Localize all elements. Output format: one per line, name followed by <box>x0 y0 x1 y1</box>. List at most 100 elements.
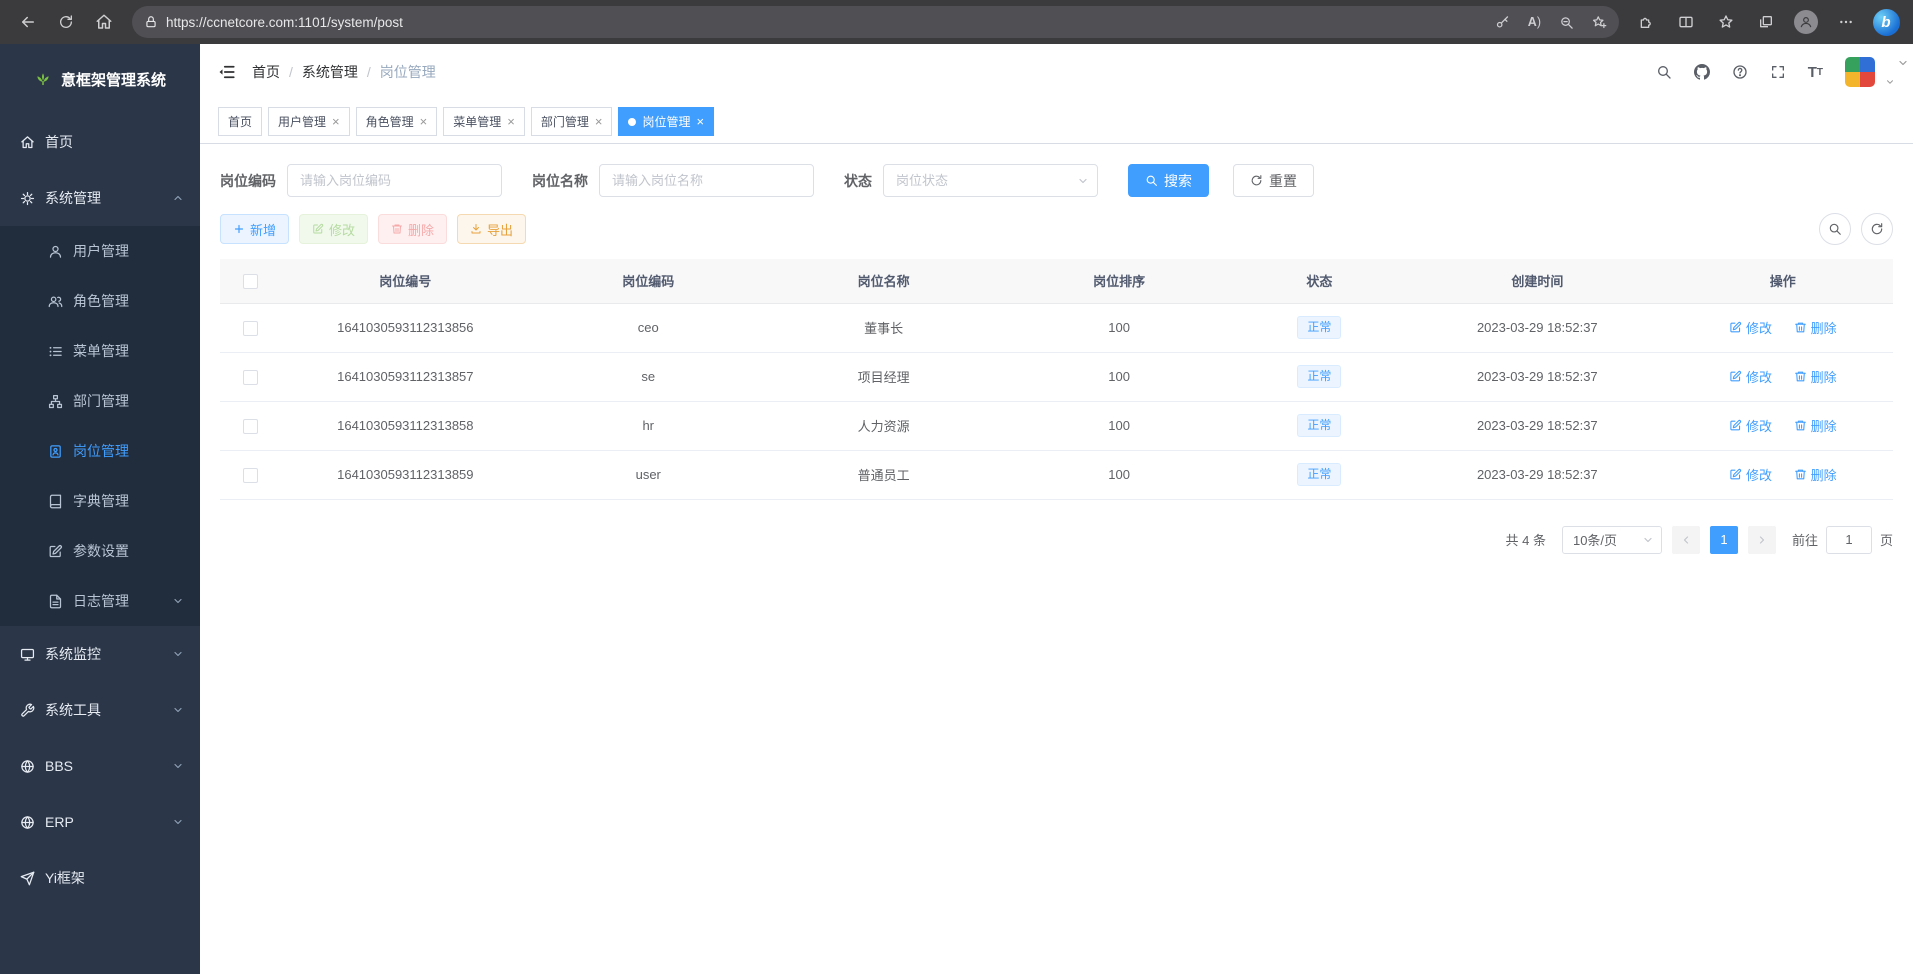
document-icon <box>48 594 63 609</box>
cell-post-name: 人力资源 <box>766 401 1001 450</box>
breadcrumb-home[interactable]: 首页 <box>252 62 302 82</box>
sidebar-item-role-management[interactable]: 角色管理 <box>0 276 200 326</box>
sidebar-item-system-management[interactable]: 系统管理 <box>0 170 200 226</box>
address-bar[interactable]: https://ccnetcore.com:1101/system/post A… <box>132 6 1619 38</box>
search-button[interactable]: 搜索 <box>1128 164 1209 197</box>
fullscreen-button[interactable] <box>1770 64 1786 80</box>
url-text: https://ccnetcore.com:1101/system/post <box>166 15 1477 30</box>
sidebar-item-home[interactable]: 首页 <box>0 114 200 170</box>
browser-home-button[interactable] <box>86 5 122 39</box>
password-key-button[interactable] <box>1495 15 1510 30</box>
page-size-select[interactable]: 10条/页 <box>1562 526 1662 554</box>
split-screen-button[interactable] <box>1669 5 1703 39</box>
close-icon[interactable] <box>595 115 603 128</box>
sidebar-item-label: 系统监控 <box>45 644 101 664</box>
sidebar-item-user-management[interactable]: 用户管理 <box>0 226 200 276</box>
post-name-input[interactable] <box>599 164 814 197</box>
add-button[interactable]: 新增 <box>220 214 289 244</box>
edge-sidebar-collapse-button[interactable] <box>1897 54 1909 70</box>
reset-button[interactable]: 重置 <box>1233 164 1314 197</box>
close-icon[interactable] <box>507 115 515 128</box>
chevron-down-icon <box>172 704 184 716</box>
refresh-table-button[interactable] <box>1861 213 1893 245</box>
sidebar-item-erp[interactable]: ERP <box>0 794 200 850</box>
sidebar-item-log-management[interactable]: 日志管理 <box>0 576 200 626</box>
row-delete-link[interactable]: 删除 <box>1794 318 1837 337</box>
sidebar-fold-button[interactable] <box>218 63 236 81</box>
row-edit-link[interactable]: 修改 <box>1729 465 1772 484</box>
post-code-input[interactable] <box>287 164 502 197</box>
chevron-down-icon <box>172 648 184 660</box>
tab-label: 角色管理 <box>366 113 414 130</box>
select-all-checkbox[interactable] <box>243 274 258 289</box>
export-button[interactable]: 导出 <box>457 214 526 244</box>
favorites-button[interactable] <box>1709 5 1743 39</box>
pagination-jumper: 前往 页 <box>1792 526 1893 554</box>
row-checkbox[interactable] <box>243 321 258 336</box>
row-checkbox[interactable] <box>243 419 258 434</box>
sidebar-item-system-tools[interactable]: 系统工具 <box>0 682 200 738</box>
row-checkbox[interactable] <box>243 468 258 483</box>
sidebar-item-department-management[interactable]: 部门管理 <box>0 376 200 426</box>
status-label: 状态 <box>844 171 872 191</box>
breadcrumb-system-management[interactable]: 系统管理 <box>302 62 380 82</box>
row-delete-link[interactable]: 删除 <box>1794 465 1837 484</box>
github-link[interactable] <box>1694 64 1710 80</box>
prev-page-button[interactable] <box>1672 526 1700 554</box>
close-icon[interactable] <box>696 115 704 128</box>
row-edit-link[interactable]: 修改 <box>1729 416 1772 435</box>
goto-page-input[interactable] <box>1826 526 1872 554</box>
sidebar-item-dictionary-management[interactable]: 字典管理 <box>0 476 200 526</box>
browser-back-button[interactable] <box>10 5 46 39</box>
page-number-1[interactable]: 1 <box>1710 526 1738 554</box>
collections-button[interactable] <box>1749 5 1783 39</box>
header-search-button[interactable] <box>1656 64 1672 80</box>
toggle-search-button[interactable] <box>1819 213 1851 245</box>
sidebar-item-label: 字典管理 <box>73 491 129 511</box>
edit-button[interactable]: 修改 <box>299 214 368 244</box>
row-checkbox[interactable] <box>243 370 258 385</box>
row-edit-link[interactable]: 修改 <box>1729 318 1772 337</box>
sidebar-item-bbs[interactable]: BBS <box>0 738 200 794</box>
row-delete-link[interactable]: 删除 <box>1794 416 1837 435</box>
tab-post-management[interactable]: 岗位管理 <box>618 107 714 136</box>
tab-role-management[interactable]: 角色管理 <box>356 107 438 136</box>
app-logo[interactable]: 意框架管理系统 <box>0 44 200 114</box>
tab-menu-management[interactable]: 菜单管理 <box>443 107 525 136</box>
row-edit-link[interactable]: 修改 <box>1729 367 1772 386</box>
pagination: 共 4 条 10条/页 1 前往 页 <box>200 500 1913 554</box>
sidebar-item-post-management[interactable]: 岗位管理 <box>0 426 200 476</box>
trash-icon <box>1794 370 1807 383</box>
tab-home[interactable]: 首页 <box>218 107 262 136</box>
sidebar-item-menu-management[interactable]: 菜单管理 <box>0 326 200 376</box>
user-menu[interactable] <box>1845 57 1875 87</box>
cell-post-id: 1641030593112313857 <box>280 352 530 401</box>
breadcrumb-post-management: 岗位管理 <box>380 62 436 82</box>
delete-button[interactable]: 删除 <box>378 214 447 244</box>
sidebar-item-label: ERP <box>45 814 74 830</box>
row-edit-label: 修改 <box>1746 416 1772 435</box>
next-page-button[interactable] <box>1748 526 1776 554</box>
fold-menu-icon <box>218 63 236 81</box>
browser-profile-button[interactable] <box>1789 5 1823 39</box>
add-favorite-button[interactable] <box>1592 15 1607 30</box>
status-select[interactable] <box>883 164 1098 197</box>
sidebar-item-yi-framework[interactable]: Yi框架 <box>0 850 200 906</box>
sidebar-item-system-monitoring[interactable]: 系统监控 <box>0 626 200 682</box>
close-icon[interactable] <box>420 115 428 128</box>
help-button[interactable] <box>1732 64 1748 80</box>
cell-post-code: ceo <box>531 303 766 352</box>
bing-copilot-button[interactable]: b <box>1869 5 1903 39</box>
user-menu-caret[interactable] <box>1885 73 1895 89</box>
browser-settings-button[interactable] <box>1829 5 1863 39</box>
row-delete-link[interactable]: 删除 <box>1794 367 1837 386</box>
browser-refresh-button[interactable] <box>48 5 84 39</box>
zoom-button[interactable] <box>1559 15 1574 30</box>
read-aloud-button[interactable]: A) <box>1528 15 1541 29</box>
tab-department-management[interactable]: 部门管理 <box>531 107 613 136</box>
font-size-button[interactable]: TT <box>1808 64 1823 81</box>
sidebar-item-parameter-settings[interactable]: 参数设置 <box>0 526 200 576</box>
tab-user-management[interactable]: 用户管理 <box>268 107 350 136</box>
extensions-button[interactable] <box>1629 5 1663 39</box>
close-icon[interactable] <box>332 115 340 128</box>
